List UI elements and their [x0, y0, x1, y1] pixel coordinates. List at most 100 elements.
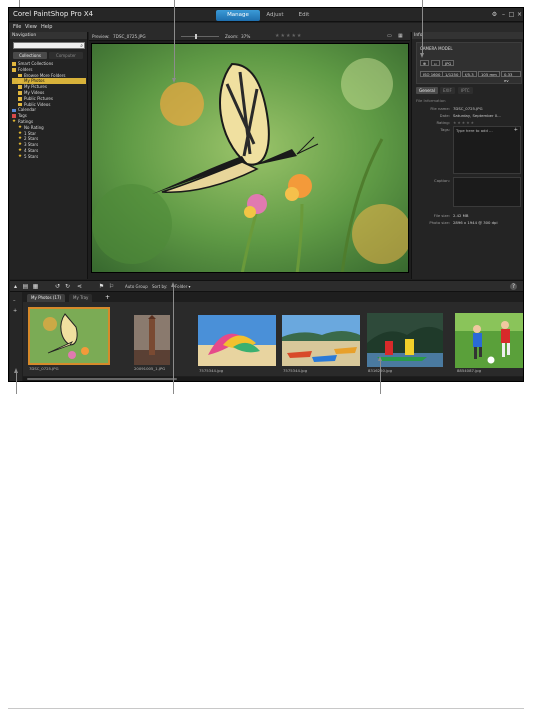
tree-item-label: 3 Stars: [24, 142, 39, 148]
tree-item-label: 4 Stars: [24, 147, 39, 153]
callout-info-arrow: [419, 53, 424, 58]
tree-item-label: My Photos: [24, 78, 45, 84]
app-title: Corel PaintShop Pro X4: [13, 10, 94, 18]
photo-preview[interactable]: [91, 43, 409, 273]
callout-organizer-line: [16, 372, 17, 394]
exif-ev: 0.33 ev: [501, 71, 521, 83]
thumbnail-caption: 8854087.jpg: [457, 368, 481, 373]
organizer-toolbar: ▴ ▤ ▦ ↺ ↻ ⋖ ⚑ ⚐ Auto Group Sort by: Fold…: [10, 280, 523, 292]
maximize-button[interactable]: □: [508, 11, 515, 18]
tree-item-label: My Videos: [24, 89, 45, 95]
minimize-organizer-icon[interactable]: –: [13, 298, 16, 304]
tab-collections[interactable]: Collections: [13, 52, 47, 59]
view-mode-icon[interactable]: ▭: [387, 33, 392, 39]
rotate-right-icon[interactable]: ↻: [64, 283, 71, 290]
tree-item-label: My Pictures: [24, 84, 47, 90]
share-icon[interactable]: ⋖: [76, 283, 83, 290]
tray-scrollbar[interactable]: [23, 377, 523, 381]
thumbnail-umbrella-image: [198, 315, 276, 366]
tab-manage[interactable]: Manage: [216, 10, 260, 21]
title-bar: Corel PaintShop Pro X4 Manage Adjust Edi…: [9, 8, 523, 22]
help-icon[interactable]: ?: [510, 283, 517, 290]
camera-model: CAMERA MODEL: [420, 46, 453, 51]
thumbnail-soccer[interactable]: [455, 313, 523, 368]
info-tab-iptc[interactable]: IPTC: [458, 87, 473, 94]
tab-adjust[interactable]: Adjust: [262, 10, 288, 21]
tree-item-label: No Rating: [24, 124, 44, 130]
collapse-icon[interactable]: ▴: [12, 283, 19, 290]
folder-icon: [18, 102, 22, 107]
folder-icon: [12, 62, 16, 66]
folder-icon: [18, 79, 22, 84]
thumbnail-caption: 20091005_1.JPG: [134, 366, 166, 371]
zoom-slider[interactable]: [181, 34, 219, 39]
add-tray-button[interactable]: +: [101, 294, 114, 302]
tab-edit[interactable]: Edit: [292, 10, 316, 21]
tray-scrollbar-thumb[interactable]: [27, 378, 177, 380]
file-info-section: File Information: [416, 98, 446, 103]
calendar-icon: [12, 108, 16, 113]
flag-icon[interactable]: ⚑: [98, 283, 105, 290]
menu-view[interactable]: View: [25, 24, 37, 30]
search-icon[interactable]: ⌕: [80, 43, 83, 49]
tab-my-photos[interactable]: My Photos (17): [27, 294, 66, 302]
info-tab-exif[interactable]: EXIF: [440, 87, 455, 94]
exif-shutter: 1/1250: [442, 71, 462, 77]
zoom-slider-thumb[interactable]: [195, 34, 197, 39]
field-rating[interactable]: Rating: ★★★★★: [416, 120, 475, 125]
menu-file[interactable]: File: [13, 24, 21, 30]
tree-item[interactable]: ★ 5 Stars: [12, 154, 86, 160]
settings-icon[interactable]: ⚙: [491, 11, 498, 18]
thumbnail-caption: 7575344.jpg: [199, 368, 223, 373]
info-tab-general[interactable]: General: [416, 87, 438, 94]
field-file-name: File name: 7DSC_0725.JPG: [430, 106, 483, 111]
page-footer-rule: [8, 708, 524, 709]
zoom-value: 37%: [241, 34, 251, 39]
minimize-button[interactable]: –: [500, 11, 507, 18]
exif-focal: 105 mm: [478, 71, 500, 77]
tree-item-label: Public Pictures: [24, 95, 53, 101]
rating-stars[interactable]: ★★★★★: [275, 33, 302, 39]
callout-tray-arrow: [377, 356, 382, 361]
sort-dropdown-icon[interactable]: ▾: [186, 283, 193, 290]
unflag-icon[interactable]: ⚐: [108, 283, 115, 290]
caption-input[interactable]: [453, 177, 521, 207]
tags-input[interactable]: Type here to add ... +: [453, 126, 521, 174]
tree-item-label: Folders: [18, 66, 33, 72]
field-tags: Tags:: [440, 127, 450, 132]
thumbnail-tray: 7DSC_0725.JPG 20091005_1.JPG 7575344.jpg…: [23, 302, 523, 376]
tags-placeholder: Type here to add ...: [456, 128, 493, 133]
navigation-header: Navigation: [10, 32, 87, 39]
camera-settings-box: CAMERA MODEL ⊕ ▫ JPG ISO 1600 1/1250 f/5…: [416, 42, 522, 84]
menu-help[interactable]: Help: [41, 24, 52, 30]
thumbnail-tower[interactable]: [134, 315, 170, 365]
thumbnail-caption: 7575344.jpg: [283, 368, 307, 373]
thumbnail-umbrella[interactable]: [198, 315, 276, 366]
close-button[interactable]: ×: [516, 11, 523, 18]
format-chip: JPG: [442, 60, 455, 66]
tree-item-label: 1 Star: [24, 130, 37, 136]
expand-organizer-icon[interactable]: +: [13, 308, 17, 314]
field-file-size: File size: 2.42 MB: [433, 213, 469, 218]
auto-group-button[interactable]: Auto Group: [125, 284, 148, 289]
exif-aperture: f/5.3: [462, 71, 477, 77]
tab-computer[interactable]: Computer: [49, 52, 83, 59]
folder-icon: [18, 85, 22, 89]
tree-item-label: Ratings: [18, 118, 34, 124]
tab-my-tray[interactable]: My Tray: [69, 294, 93, 302]
wb-icon: ▫: [431, 60, 440, 66]
details-view-icon[interactable]: ▦: [32, 283, 39, 290]
thumbnail-boats[interactable]: [282, 315, 360, 366]
thumbnail-butterfly[interactable]: [28, 307, 110, 365]
search-input[interactable]: ⌕: [13, 42, 85, 49]
exif-iso: ISO 1600: [420, 71, 444, 77]
add-tag-icon[interactable]: +: [514, 127, 518, 133]
folder-icon: [12, 68, 16, 72]
grid-view-icon[interactable]: ▦: [398, 33, 403, 39]
tree-item-label: 5 Stars: [24, 153, 39, 159]
callout-organizer-arrow: [13, 368, 18, 373]
menu-bar: File View Help: [9, 23, 523, 32]
rotate-left-icon[interactable]: ↺: [54, 283, 61, 290]
tree-item-label: Tags: [18, 113, 27, 119]
thumbnail-view-icon[interactable]: ▤: [22, 283, 29, 290]
